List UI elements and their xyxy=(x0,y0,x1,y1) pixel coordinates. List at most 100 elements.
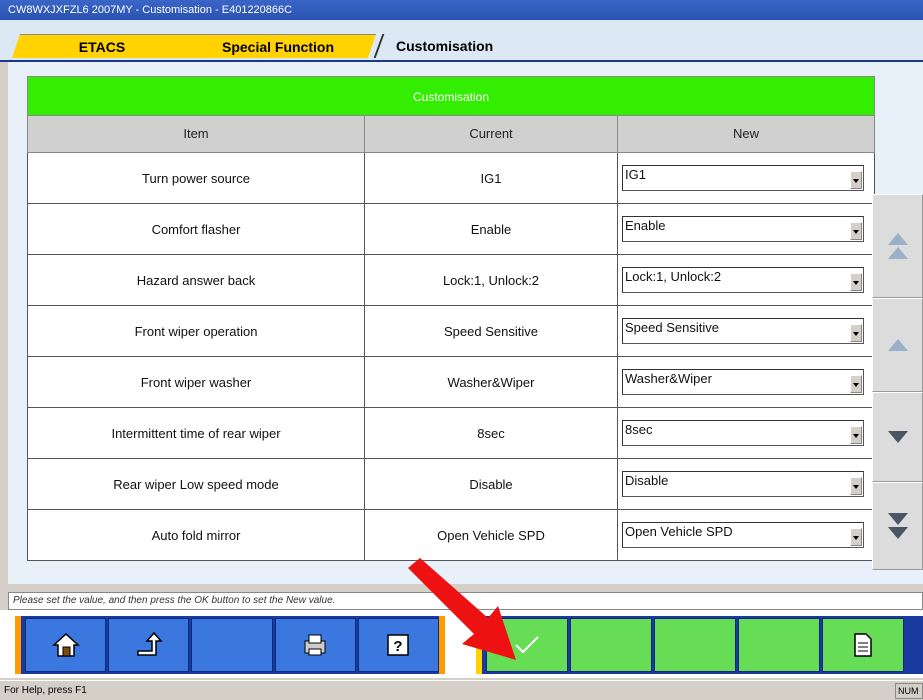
toolbar-button-empty[interactable] xyxy=(654,618,736,672)
scroll-up-button[interactable] xyxy=(872,298,923,392)
chevron-down-icon[interactable] xyxy=(850,273,862,291)
row-new-cell: Washer&Wiper xyxy=(618,357,874,407)
row-item: Rear wiper Low speed mode xyxy=(28,459,365,509)
select-value: Open Vehicle SPD xyxy=(625,524,733,539)
new-value-select[interactable]: Open Vehicle SPD xyxy=(622,522,864,548)
table-header: Item Current New xyxy=(27,116,875,153)
row-new-cell: Speed Sensitive xyxy=(618,306,874,356)
document-button[interactable] xyxy=(822,618,904,672)
app-window: CW8WXJXFZL6 2007MY - Customisation - E40… xyxy=(0,0,923,700)
tab-customisation[interactable]: Customisation xyxy=(372,34,582,58)
select-value: Disable xyxy=(625,473,669,488)
double-up-icon xyxy=(887,233,908,259)
print-button[interactable] xyxy=(274,618,356,672)
table-row: Turn power source IG1 IG1 xyxy=(27,153,875,204)
num-lock-indicator: NUM xyxy=(895,683,923,699)
row-new-cell: 8sec xyxy=(618,408,874,458)
row-item: Front wiper washer xyxy=(28,357,365,407)
row-current: Lock:1, Unlock:2 xyxy=(365,255,618,305)
table-row: Front wiper washer Washer&Wiper Washer&W… xyxy=(27,357,875,408)
document-icon xyxy=(854,633,872,657)
header-new: New xyxy=(732,126,759,141)
checkmark-icon xyxy=(515,636,539,654)
row-item: Auto fold mirror xyxy=(28,510,365,560)
chevron-down-icon[interactable] xyxy=(850,426,862,444)
table-title: Customisation xyxy=(27,76,875,116)
header-item: Item xyxy=(28,116,365,152)
scroll-down-button[interactable] xyxy=(872,392,923,482)
row-item: Intermittent time of rear wiper xyxy=(28,408,365,458)
tab-strip: ETACS Special Function Customisation xyxy=(0,20,923,62)
chevron-down-icon[interactable] xyxy=(850,222,862,240)
help-button[interactable]: ? xyxy=(357,618,440,672)
row-item: Turn power source xyxy=(28,153,365,203)
status-bar: For Help, press F1 NUM xyxy=(0,680,923,700)
table-row: Rear wiper Low speed mode Disable Disabl… xyxy=(27,459,875,510)
ok-button[interactable] xyxy=(486,618,568,672)
row-new-cell: Open Vehicle SPD xyxy=(618,510,874,560)
select-value: Lock:1, Unlock:2 xyxy=(625,269,722,284)
tab-etacs[interactable]: ETACS xyxy=(12,34,192,58)
row-current: Enable xyxy=(365,204,618,254)
new-value-select[interactable]: Disable xyxy=(622,471,864,497)
select-value: IG1 xyxy=(625,167,646,182)
scroll-top-button[interactable] xyxy=(872,194,923,298)
new-value-select[interactable]: IG1 xyxy=(622,165,864,191)
table-row: Comfort flasher Enable Enable xyxy=(27,204,875,255)
back-button[interactable] xyxy=(108,618,190,672)
row-new-cell: Disable xyxy=(618,459,874,509)
row-current: Disable xyxy=(365,459,618,509)
home-icon xyxy=(51,632,80,657)
new-value-select[interactable]: 8sec xyxy=(622,420,864,446)
new-value-select[interactable]: Washer&Wiper xyxy=(622,369,864,395)
main-panel: Customisation Item Current New Turn powe… xyxy=(8,62,923,584)
select-value: 8sec xyxy=(625,422,653,437)
table-row: Hazard answer back Lock:1, Unlock:2 Lock… xyxy=(27,255,875,306)
new-value-select[interactable]: Speed Sensitive xyxy=(622,318,864,344)
row-current: Speed Sensitive xyxy=(365,306,618,356)
chevron-down-icon[interactable] xyxy=(850,528,862,546)
toolbar-left: ? xyxy=(15,616,445,674)
new-value-select[interactable]: Lock:1, Unlock:2 xyxy=(622,267,864,293)
header-current: Current xyxy=(365,116,618,152)
customisation-table: Customisation Item Current New Turn powe… xyxy=(27,76,875,561)
toolbar-button-empty[interactable] xyxy=(570,618,652,672)
table-row: Intermittent time of rear wiper 8sec 8se… xyxy=(27,408,875,459)
toolbar-right xyxy=(476,616,923,674)
new-value-select[interactable]: Enable xyxy=(622,216,864,242)
row-current: Open Vehicle SPD xyxy=(365,510,618,560)
table-row: Auto fold mirror Open Vehicle SPD Open V… xyxy=(27,510,875,561)
scroll-bottom-button[interactable] xyxy=(872,482,923,570)
row-new-cell: Enable xyxy=(618,204,874,254)
up-icon xyxy=(887,339,908,351)
chevron-down-icon[interactable] xyxy=(850,171,862,189)
table-row: Front wiper operation Speed Sensitive Sp… xyxy=(27,306,875,357)
window-title: CW8WXJXFZL6 2007MY - Customisation - E40… xyxy=(0,0,923,20)
empty-button[interactable] xyxy=(191,618,273,672)
double-down-icon xyxy=(887,513,908,539)
row-item: Comfort flasher xyxy=(28,204,365,254)
row-current: IG1 xyxy=(365,153,618,203)
chevron-down-icon[interactable] xyxy=(850,324,862,342)
toolbar-button-empty[interactable] xyxy=(738,618,820,672)
chevron-down-icon[interactable] xyxy=(850,375,862,393)
row-item: Hazard answer back xyxy=(28,255,365,305)
instruction-message: Please set the value, and then press the… xyxy=(8,592,923,610)
row-new-cell: IG1 xyxy=(618,153,874,203)
select-value: Enable xyxy=(625,218,666,233)
select-value: Washer&Wiper xyxy=(625,371,712,386)
row-new-cell: Lock:1, Unlock:2 xyxy=(618,255,874,305)
help-text: For Help, press F1 xyxy=(4,685,87,696)
row-item: Front wiper operation xyxy=(28,306,365,356)
down-icon xyxy=(887,431,908,443)
select-value: Speed Sensitive xyxy=(625,320,719,335)
svg-text:?: ? xyxy=(394,638,403,655)
row-current: Washer&Wiper xyxy=(365,357,618,407)
chevron-down-icon[interactable] xyxy=(850,477,862,495)
row-current: 8sec xyxy=(365,408,618,458)
help-icon: ? xyxy=(387,634,410,656)
back-arrow-icon xyxy=(137,631,163,656)
tab-special-function[interactable]: Special Function xyxy=(180,34,376,58)
home-button[interactable] xyxy=(25,618,107,672)
printer-icon xyxy=(304,634,326,656)
